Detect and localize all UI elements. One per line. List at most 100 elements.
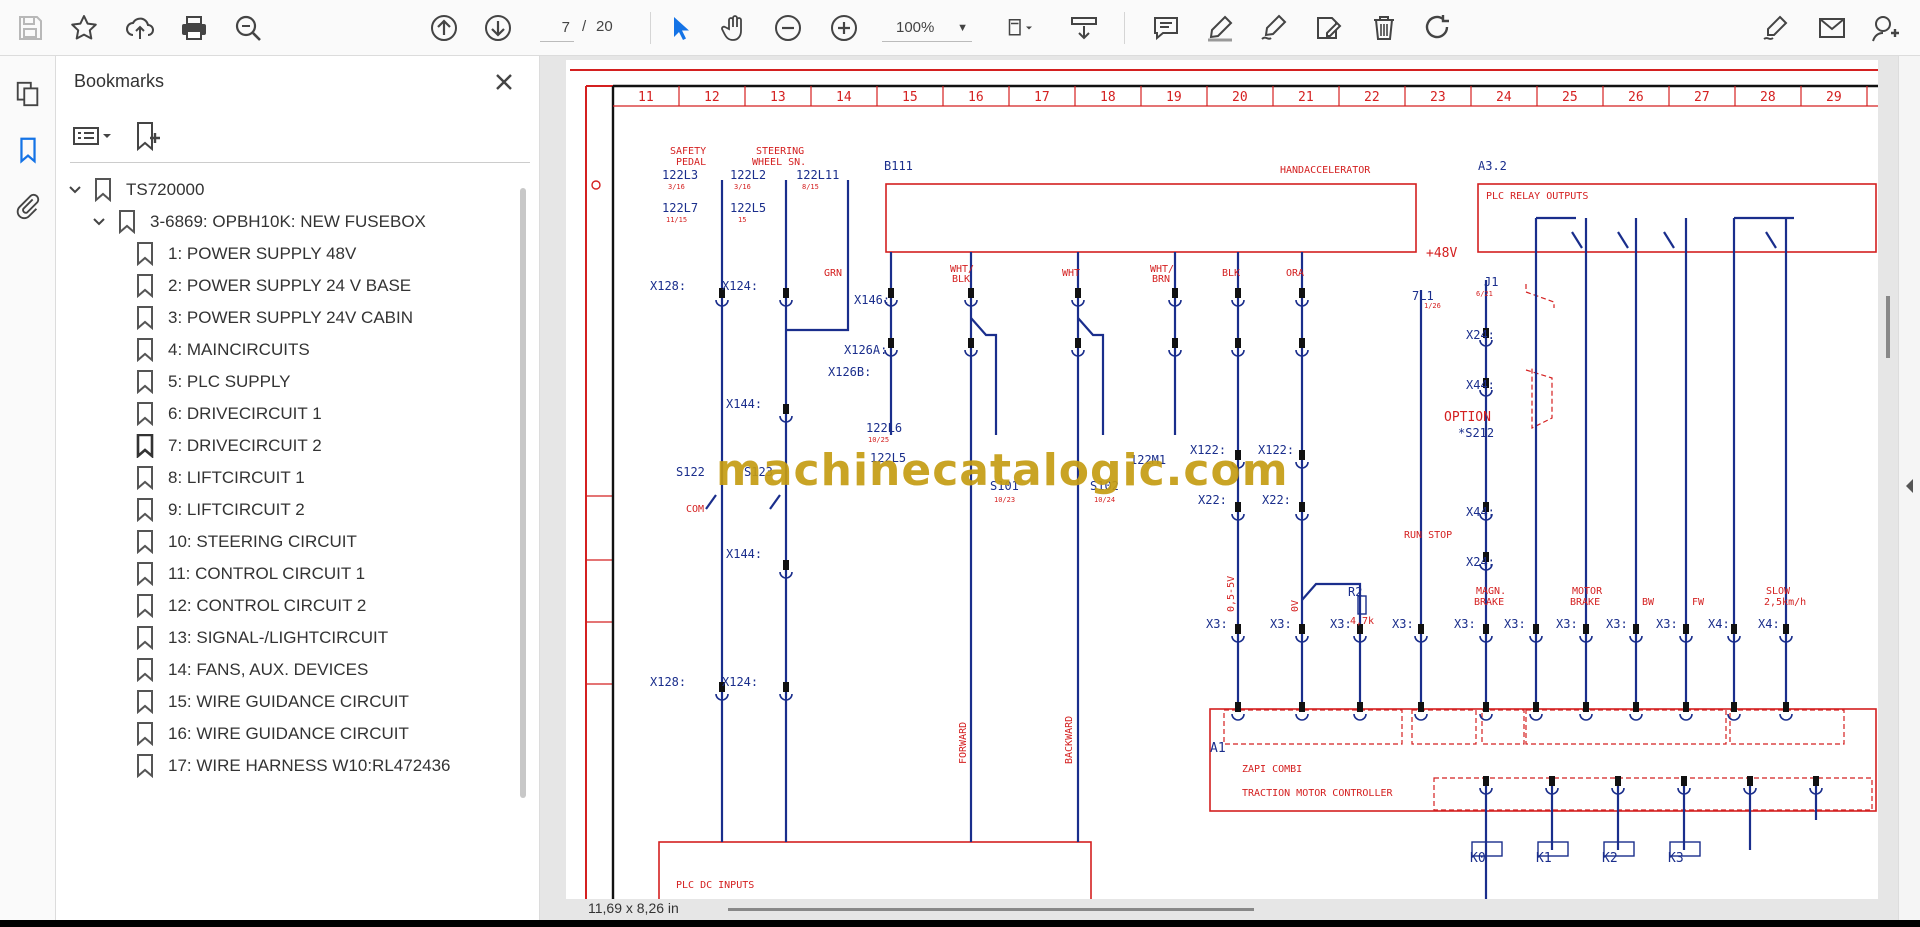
comment-icon[interactable] [1146, 8, 1186, 48]
attachments-icon[interactable] [8, 186, 48, 226]
terminal-pin [1633, 702, 1639, 712]
previous-page-icon[interactable] [424, 8, 464, 48]
x3-terminal-label: X3: [1330, 617, 1352, 631]
star-icon[interactable] [64, 8, 104, 48]
signal-label: 122L7 [662, 201, 698, 215]
bookmark-item[interactable]: 12: CONTROL CIRCUIT 2 [136, 591, 366, 621]
bw-label: BW [1642, 597, 1655, 608]
redo-icon[interactable] [1418, 8, 1458, 48]
terminal-pin [1813, 776, 1819, 786]
scroll-mode-icon[interactable] [1064, 8, 1104, 48]
new-bookmark-icon[interactable] [132, 120, 164, 152]
upload-cloud-icon[interactable] [120, 8, 160, 48]
ref-label: 3/16 [668, 183, 685, 191]
zoom-level-select[interactable]: 100% ▼ [882, 14, 972, 42]
bookmarks-icon[interactable] [8, 130, 48, 170]
bookmark-item[interactable]: 8: LIFTCIRCUIT 1 [136, 463, 305, 493]
delete-icon[interactable] [1364, 8, 1404, 48]
bookmark-item[interactable]: 17: WIRE HARNESS W10:RL472436 [136, 751, 451, 781]
bookmark-item[interactable]: 9: LIFTCIRCUIT 2 [136, 495, 305, 525]
toolbar: / 20 100% ▼ [0, 0, 1920, 56]
plc-inputs-label: PLC DC INPUTS [676, 880, 754, 891]
ref-label: 10/24 [1094, 496, 1115, 504]
column-number: 15 [902, 90, 918, 105]
terminal-pin [1483, 776, 1489, 786]
page-number-input[interactable] [540, 14, 574, 42]
bookmark-icon [137, 626, 153, 650]
bookmark-label: 11: CONTROL CIRCUIT 1 [168, 564, 366, 583]
expand-panel-icon[interactable] [1903, 476, 1917, 496]
chevron-down-icon[interactable] [64, 179, 86, 201]
panel-scrollbar[interactable] [520, 188, 526, 798]
bookmark-item[interactable]: 2: POWER SUPPLY 24 V BASE [136, 271, 411, 301]
vertical-scrollbar[interactable] [1886, 296, 1890, 358]
bookmark-label: 15: WIRE GUIDANCE CIRCUIT [168, 692, 409, 711]
page-size-label: 11,69 x 8,26 in [588, 900, 679, 916]
print-icon[interactable] [174, 8, 214, 48]
relay-label: K3 [1668, 851, 1684, 866]
handaccelerator-label: HANDACCELERATOR [1280, 165, 1371, 176]
zoom-in-icon[interactable] [824, 8, 864, 48]
terminal-label: X24: [1466, 328, 1495, 342]
bookmark-item[interactable]: 11: CONTROL CIRCUIT 1 [136, 559, 365, 589]
bookmark-item[interactable]: 14: FANS, AUX. DEVICES [136, 655, 368, 685]
navigation-rail [0, 56, 56, 920]
highlight-pen-icon[interactable] [1200, 8, 1240, 48]
zoom-out-icon[interactable] [768, 8, 808, 48]
bookmark-item-active[interactable]: 7: DRIVECIRCUIT 2 [136, 431, 322, 461]
bookmark-options-icon[interactable] [70, 120, 116, 152]
bookmark-item[interactable]: TS720000 [64, 175, 204, 205]
select-cursor-icon[interactable] [660, 8, 700, 48]
r2-label: R2 [1348, 585, 1362, 599]
x3-terminal-label: X3: [1454, 617, 1476, 631]
chevron-down-icon[interactable] [88, 211, 110, 233]
bookmark-item[interactable]: 10: STEERING CIRCUIT [136, 527, 357, 557]
bookmark-item[interactable]: 1: POWER SUPPLY 48V [136, 239, 356, 269]
runstop-label: RUN STOP [1404, 530, 1452, 541]
draw-signature-icon[interactable] [1254, 8, 1294, 48]
terminals [715, 288, 1823, 795]
save-icon[interactable] [10, 8, 50, 48]
edit-stamp-icon[interactable] [1308, 8, 1348, 48]
terminal-pin [1299, 288, 1305, 298]
bookmark-item[interactable]: 6: DRIVECIRCUIT 1 [136, 399, 322, 429]
zapi-label: ZAPI COMBI [1242, 764, 1302, 775]
bookmark-item[interactable]: 3: POWER SUPPLY 24V CABIN [136, 303, 413, 333]
terminal-pin [783, 560, 789, 570]
terminal-pin [1357, 702, 1363, 712]
next-page-icon[interactable] [478, 8, 518, 48]
terminal-pin [1681, 776, 1687, 786]
bookmark-item[interactable]: 16: WIRE GUIDANCE CIRCUIT [136, 719, 409, 749]
mail-icon[interactable] [1812, 8, 1852, 48]
page-thumbnails-icon[interactable] [8, 74, 48, 114]
bookmark-item[interactable]: 15: WIRE GUIDANCE CIRCUIT [136, 687, 409, 717]
close-icon[interactable] [488, 66, 520, 98]
terminal-pin [1418, 702, 1424, 712]
terminal-pin [1483, 624, 1489, 634]
bookmark-icon [137, 530, 153, 554]
connector-g-box [1223, 709, 1403, 745]
bookmark-item[interactable]: 13: SIGNAL-/LIGHTCIRCUIT [136, 623, 388, 653]
wire [1301, 582, 1362, 708]
bookmark-item[interactable]: 3-6869: OPBH10K: NEW FUSEBOX [88, 207, 426, 237]
bookmark-icon [119, 210, 135, 234]
signal-label: 122L5 [730, 201, 766, 215]
bookmark-item[interactable]: 4: MAINCIRCUITS [136, 335, 310, 365]
horizontal-scrollbar[interactable] [728, 908, 1254, 911]
hand-tool-icon[interactable] [714, 8, 754, 48]
page-fit-icon[interactable] [994, 8, 1046, 48]
magn-label: MAGN. [1476, 586, 1506, 597]
terminal-pin [1299, 702, 1305, 712]
bookmark-label: 1: POWER SUPPLY 48V [168, 244, 357, 263]
terminal-pin [1235, 702, 1241, 712]
wire-color-label: BLK [952, 274, 970, 285]
wire [1419, 280, 1488, 705]
bookmark-icon [137, 754, 153, 778]
voltage-label: 0,5-5V [1226, 576, 1237, 612]
zoom-search-icon[interactable] [228, 8, 268, 48]
relay-contact [1571, 231, 1777, 249]
share-user-icon[interactable] [1866, 8, 1906, 48]
fill-sign-icon[interactable] [1756, 8, 1796, 48]
frame-line [586, 495, 614, 685]
bookmark-item[interactable]: 5: PLC SUPPLY [136, 367, 291, 397]
